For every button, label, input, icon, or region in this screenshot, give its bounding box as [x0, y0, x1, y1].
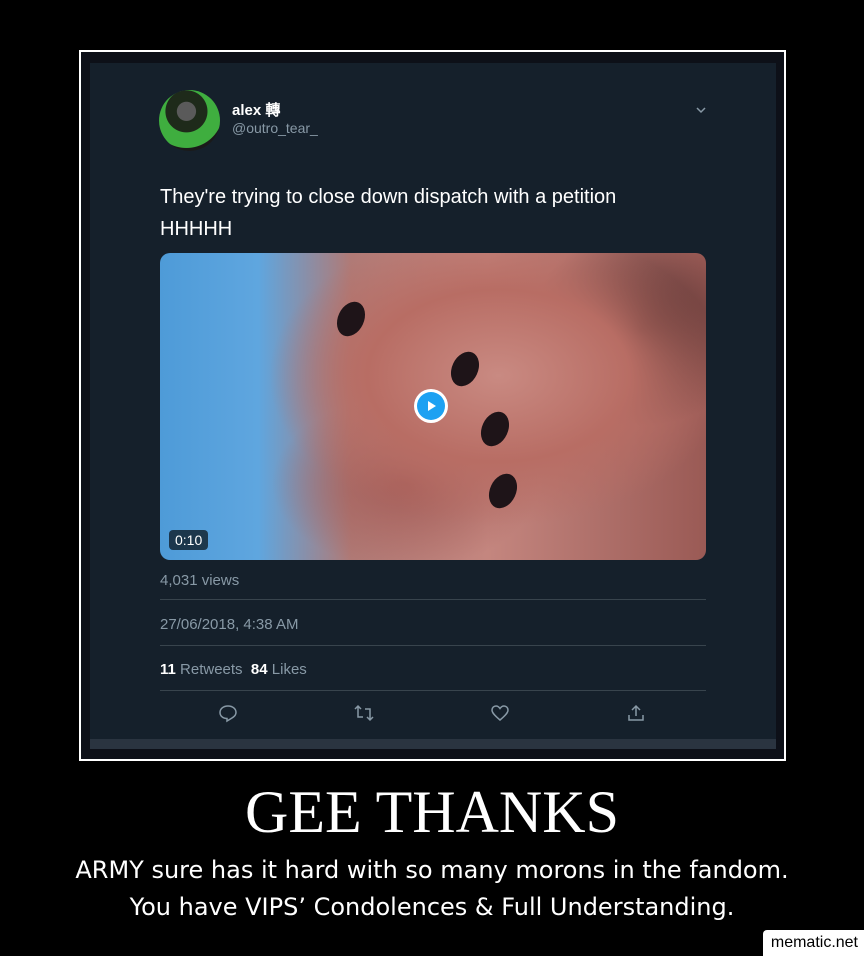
- tweet-screenshot: alex 轉 @outro_tear_ They're trying to cl…: [90, 63, 776, 749]
- user-handle[interactable]: @outro_tear_: [232, 120, 318, 136]
- tweet-timestamp: 27/06/2018, 4:38 AM: [160, 616, 299, 633]
- divider: [160, 690, 706, 691]
- poster-subtitle-line: ARMY sure has it hard with so many moron…: [75, 856, 789, 884]
- retweet-button[interactable]: [348, 697, 380, 729]
- reply-button[interactable]: [212, 697, 244, 729]
- video-player[interactable]: 0:10: [160, 253, 706, 560]
- engagement-counts: 11 Retweets 84 Likes: [160, 661, 307, 678]
- play-icon: [417, 392, 445, 420]
- divider: [90, 739, 776, 749]
- poster-frame: alex 轉 @outro_tear_ They're trying to cl…: [79, 50, 786, 761]
- chevron-down-icon[interactable]: [694, 103, 708, 117]
- video-duration: 0:10: [169, 530, 209, 550]
- video-frame-detail: [475, 407, 515, 451]
- divider: [160, 599, 706, 600]
- reply-icon: [219, 705, 237, 723]
- divider: [160, 645, 706, 646]
- avatar[interactable]: [159, 90, 220, 151]
- watermark: mematic.net: [762, 930, 864, 956]
- video-frame-detail: [331, 297, 371, 341]
- heart-icon: [491, 705, 509, 721]
- retweet-icon: [354, 704, 374, 722]
- like-button[interactable]: [484, 697, 516, 729]
- retweets-label[interactable]: Retweets: [180, 661, 243, 678]
- retweets-count[interactable]: 11: [160, 661, 176, 678]
- poster-subtitle: ARMY sure has it hard with so many moron…: [0, 852, 864, 926]
- poster-subtitle-line: You have VIPS’ Condolences & Full Unders…: [129, 893, 735, 921]
- tweet-actions: [160, 697, 706, 729]
- likes-label[interactable]: Likes: [272, 661, 307, 678]
- poster-title: GEE THANKS: [245, 779, 619, 845]
- play-button[interactable]: [414, 389, 448, 423]
- share-button[interactable]: [620, 697, 652, 729]
- tweet-text: They're trying to close down dispatch wi…: [160, 181, 700, 245]
- share-icon: [628, 704, 644, 721]
- likes-count[interactable]: 84: [251, 661, 268, 678]
- tweet-text-line: HHHHH: [160, 218, 233, 240]
- tweet-text-line: They're trying to close down dispatch wi…: [160, 186, 617, 208]
- video-frame-detail: [445, 347, 485, 391]
- display-name[interactable]: alex 轉: [232, 99, 280, 120]
- view-count: 4,031 views: [160, 572, 240, 589]
- video-frame-detail: [483, 469, 523, 513]
